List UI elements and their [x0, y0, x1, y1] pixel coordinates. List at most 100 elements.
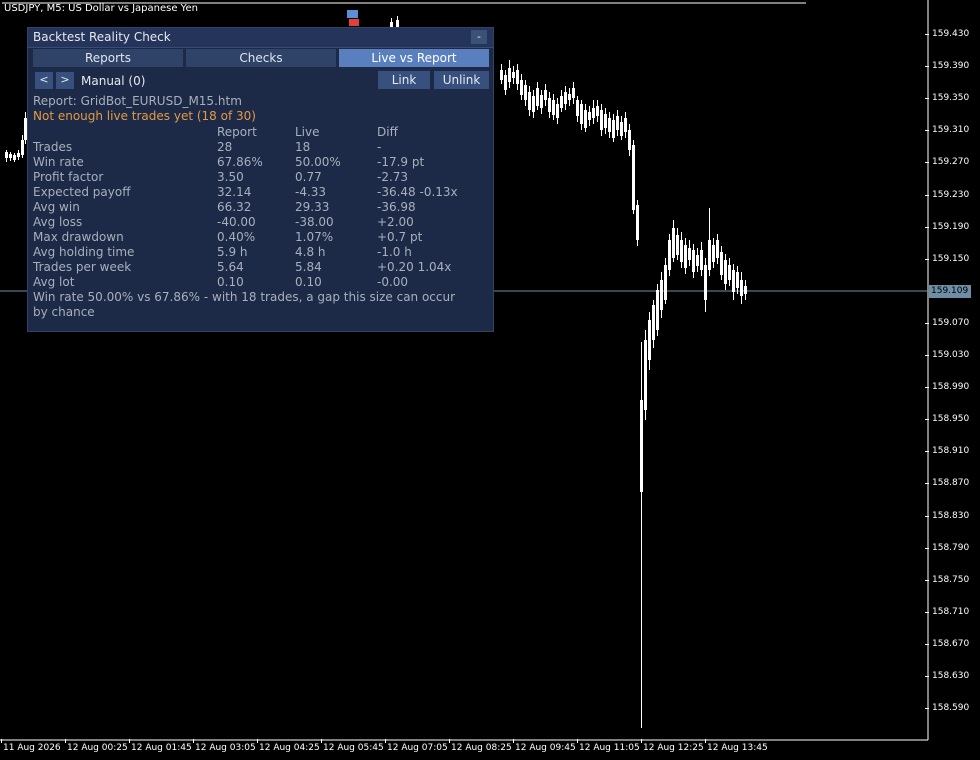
price-tick-label: 159.030: [924, 350, 970, 360]
time-tick-label: 12 Aug 03:05: [193, 739, 256, 753]
table-cell-metric: Trades: [33, 140, 73, 154]
table-cell-live: -38.00: [295, 215, 334, 229]
table-cell-metric: Avg loss: [33, 215, 83, 229]
warning-message: Not enough live trades yet (18 of 30): [33, 109, 256, 123]
candle-body: [664, 265, 667, 300]
candle-body: [724, 260, 727, 284]
price-tick-label: 158.990: [924, 382, 970, 392]
table-cell-live: -4.33: [295, 185, 327, 199]
candle-body: [700, 250, 703, 270]
candle-body: [544, 90, 547, 100]
table-cell-live: 0.10: [295, 275, 322, 289]
candle-body: [644, 340, 647, 410]
minimize-button[interactable]: -: [471, 30, 487, 44]
candle-body: [636, 205, 639, 240]
significance-note: Win rate 50.00% vs 67.86% - with 18 trad…: [33, 290, 456, 319]
candle-body: [540, 95, 543, 108]
candle-body: [576, 100, 579, 116]
trade-marker-icon[interactable]: [347, 10, 359, 26]
price-axis: 159.430 159.390 159.350 159.310 159.270 159.2…: [924, 0, 980, 740]
candle-body: [740, 280, 743, 296]
time-tick-label: 12 Aug 01:45: [129, 739, 192, 753]
table-cell-diff: -2.73: [377, 170, 409, 184]
table-cell-live: 29.33: [295, 200, 330, 214]
time-tick-label: 12 Aug 07:05: [385, 739, 448, 753]
candle-body: [520, 80, 523, 95]
tab-reports[interactable]: Reports: [33, 49, 183, 67]
candle-body: [608, 118, 611, 132]
candle-body: [512, 72, 515, 78]
candle-body: [744, 286, 747, 294]
candle-body: [596, 106, 599, 116]
table-cell-report: 67.86%: [217, 155, 263, 169]
column-header-diff: Diff: [377, 125, 398, 139]
candle-body: [704, 265, 707, 300]
table-cell-diff: -0.00: [377, 275, 409, 289]
table-cell-metric: Expected payoff: [33, 185, 131, 199]
next-button[interactable]: >: [56, 72, 74, 89]
table-cell-live: 0.77: [295, 170, 322, 184]
candle-body: [620, 122, 623, 136]
tab-live-vs-report[interactable]: Live vs Report: [339, 49, 489, 67]
candle-body: [624, 118, 627, 132]
candle-body: [580, 104, 583, 124]
candle-body: [720, 252, 723, 275]
symbol-label: USDJPY, M5: US Dollar vs Japanese Yen: [4, 3, 198, 14]
candle-body: [568, 94, 571, 100]
candle-body: [632, 145, 635, 210]
price-tick-label: 158.910: [924, 446, 970, 456]
price-tick-label: 158.830: [924, 511, 970, 521]
unlink-button[interactable]: Unlink: [434, 71, 489, 89]
table-cell-report: 0.40%: [217, 230, 256, 244]
price-tick-label: 158.750: [924, 575, 970, 585]
candle-body: [672, 228, 675, 258]
candle-body: [524, 85, 527, 100]
table-cell-metric: Win rate: [33, 155, 84, 169]
table-cell-diff: -1.0 h: [377, 245, 412, 259]
prev-button[interactable]: <: [35, 72, 53, 89]
table-cell-diff: +2.00: [377, 215, 414, 229]
table-cell-diff: +0.7 pt: [377, 230, 423, 244]
table-cell-metric: Avg holding time: [33, 245, 135, 259]
candle-body: [21, 140, 24, 155]
report-name: Report: GridBot_EURUSD_M15.htm: [33, 94, 242, 108]
table-cell-live: 5.84: [295, 260, 322, 274]
table-cell-report: 28: [217, 140, 233, 154]
candle-body: [500, 70, 503, 80]
table-cell-metric: Profit factor: [33, 170, 104, 184]
candle-body: [708, 240, 711, 270]
candle-body: [600, 110, 603, 130]
panel-titlebar[interactable]: Backtest Reality Check -: [28, 28, 493, 48]
candle-body: [504, 75, 507, 90]
price-tick-label: 159.430: [924, 29, 970, 39]
candle-body: [736, 272, 739, 288]
candle-body: [692, 250, 695, 272]
table-cell-metric: Avg win: [33, 200, 80, 214]
candle-body: [648, 320, 651, 360]
candle-body: [640, 400, 643, 492]
tab-checks[interactable]: Checks: [186, 49, 336, 67]
candle-body: [560, 96, 563, 108]
table-cell-report: 0.10: [217, 275, 244, 289]
table-cell-diff: -: [377, 140, 382, 154]
table-cell-report: 3.50: [217, 170, 244, 184]
table-cell-report: 32.14: [217, 185, 252, 199]
price-tick-label: 159.070: [924, 318, 970, 328]
time-tick-label: 12 Aug 12:25: [641, 739, 704, 753]
candle-body: [508, 68, 511, 82]
table-cell-diff: -36.48 -0.13x: [377, 185, 458, 199]
candle-body: [536, 88, 539, 106]
table-cell-metric: Trades per week: [33, 260, 132, 274]
link-button[interactable]: Link: [378, 71, 430, 89]
table-cell-diff: +0.20 1.04x: [377, 260, 452, 274]
price-tick-label: 158.590: [924, 703, 970, 713]
table-cell-diff: -36.98: [377, 200, 416, 214]
column-header-report: Report: [217, 125, 257, 139]
candle-body: [5, 152, 8, 158]
time-tick-label: 12 Aug 05:45: [321, 739, 384, 753]
table-cell-report: -40.00: [217, 215, 256, 229]
time-tick-label: 12 Aug 11:05: [577, 739, 640, 753]
panel-title: Backtest Reality Check: [33, 30, 171, 44]
backtest-reality-check-panel: Backtest Reality Check - Reports Checks …: [27, 27, 494, 332]
time-tick-label: 12 Aug 00:25: [65, 739, 128, 753]
